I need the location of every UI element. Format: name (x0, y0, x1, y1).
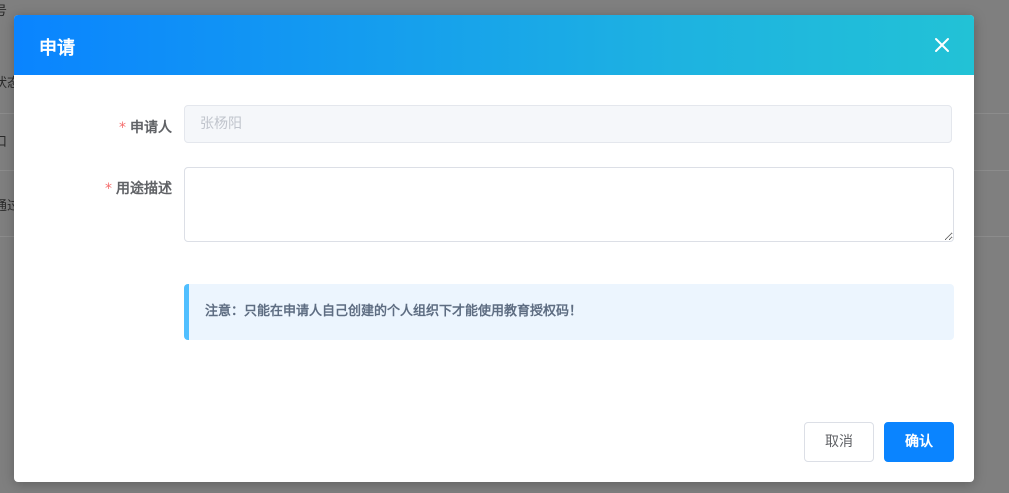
purpose-label-text: 用途描述 (116, 181, 172, 197)
notice-alert: 注意：只能在申请人自己创建的个人组织下才能使用教育授权码！ (184, 284, 954, 340)
purpose-label: * 用途描述 (105, 178, 172, 198)
close-icon (935, 38, 949, 52)
dialog-title: 申请 (39, 38, 75, 59)
required-mark: * (119, 120, 126, 136)
purpose-textarea[interactable] (184, 167, 954, 242)
bg-fragment-1: 号 (0, 4, 8, 19)
apply-dialog: 申请 * 申请人 张杨阳 * 用途描述 注意：只能在申请人自己创建的个人组织下才能使… (14, 15, 974, 482)
applicant-label: * 申请人 (119, 117, 172, 137)
required-mark: * (105, 181, 112, 197)
dialog-header: 申请 (14, 15, 974, 75)
bg-fragment-3: 口 (0, 135, 8, 150)
applicant-label-text: 申请人 (130, 120, 172, 136)
close-button[interactable] (932, 35, 952, 55)
applicant-input[interactable]: 张杨阳 (184, 105, 952, 143)
confirm-button[interactable]: 确认 (884, 422, 954, 462)
cancel-button[interactable]: 取消 (804, 422, 874, 462)
